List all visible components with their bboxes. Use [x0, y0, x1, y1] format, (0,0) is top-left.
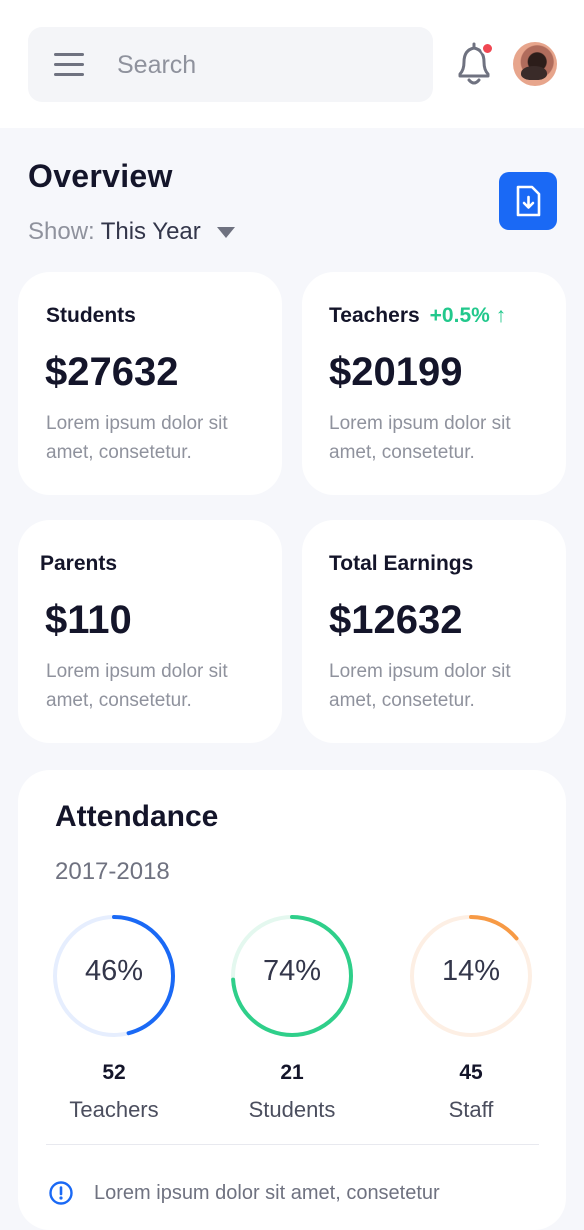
stat-card-title-text: Parents — [40, 552, 118, 575]
menu-icon[interactable] — [54, 53, 84, 76]
stat-card-title: Total Earnings — [329, 552, 473, 576]
search-box[interactable] — [28, 27, 433, 102]
download-report-button[interactable] — [499, 172, 557, 230]
gauge-label: Staff — [448, 1097, 494, 1122]
stat-card-title-text: Teachers — [329, 304, 420, 327]
stat-card-value: $110 — [45, 598, 132, 642]
gauge-students: 74% 21 Students — [229, 913, 355, 1122]
stat-card-value: $20199 — [329, 350, 463, 394]
period-selector[interactable]: Show: This Year — [28, 218, 235, 246]
period-value: This Year — [100, 218, 201, 245]
gauge-percent: 46% — [84, 955, 144, 987]
gauge-label: Students — [248, 1097, 336, 1122]
gauge-percent: 14% — [441, 955, 501, 987]
period-label: Show: — [28, 218, 95, 245]
gauge-count: 52 — [102, 1061, 126, 1084]
stat-card-title: Parents — [40, 552, 117, 576]
gauge-percent: 74% — [262, 955, 322, 987]
gauge-staff: 14% 45 Staff — [408, 913, 534, 1122]
gauge-count: 45 — [459, 1061, 483, 1084]
stat-card-title: Teachers +0.5% ↑ — [329, 304, 506, 328]
attendance-note: Lorem ipsum dolor sit amet, consetetur — [48, 1180, 440, 1206]
stat-card-teachers[interactable]: Teachers +0.5% ↑ $20199 Lorem ipsum dolor… — [302, 272, 566, 495]
gauge-count: 21 — [280, 1061, 304, 1084]
attendance-note-text: Lorem ipsum dolor sit amet, consetetur — [94, 1181, 440, 1204]
user-avatar[interactable] — [513, 42, 557, 86]
stat-card-description: Lorem ipsum dolor sit amet, consetetur. — [46, 661, 228, 711]
info-icon — [49, 1181, 73, 1205]
stat-card-title: Students — [46, 304, 136, 328]
gauge-label: Teachers — [69, 1097, 159, 1122]
stat-card-value: $12632 — [329, 598, 463, 642]
attendance-year: 2017-2018 — [55, 858, 170, 885]
page-title: Overview — [28, 158, 173, 194]
stat-card-title-text: Total Earnings — [329, 552, 474, 575]
stat-card-description: Lorem ipsum dolor sit amet, consetetur. — [329, 413, 511, 463]
search-input[interactable] — [117, 45, 407, 85]
file-download-icon — [516, 185, 541, 217]
attendance-title: Attendance — [55, 800, 219, 833]
caret-down-icon — [216, 226, 235, 238]
gauge-teachers: 46% 52 Teachers — [51, 913, 177, 1122]
stat-card-title-text: Students — [46, 304, 136, 327]
stat-card-value: $27632 — [45, 350, 179, 394]
stat-card-parents[interactable]: Parents $110 Lorem ipsum dolor sit amet,… — [18, 520, 282, 743]
trend-badge: +0.5% ↑ — [429, 304, 507, 327]
notification-dot — [481, 42, 494, 55]
top-bar — [0, 0, 584, 128]
divider — [46, 1144, 539, 1145]
stat-card-description: Lorem ipsum dolor sit amet, consetetur. — [329, 661, 511, 711]
stat-card-total-earnings[interactable]: Total Earnings $12632 Lorem ipsum dolor … — [302, 520, 566, 743]
stat-card-students[interactable]: Students $27632 Lorem ipsum dolor sit am… — [18, 272, 282, 495]
attendance-card: Attendance 2017-2018 46% 52 Teachers 74%… — [18, 770, 566, 1230]
stat-card-description: Lorem ipsum dolor sit amet, consetetur. — [46, 413, 228, 463]
